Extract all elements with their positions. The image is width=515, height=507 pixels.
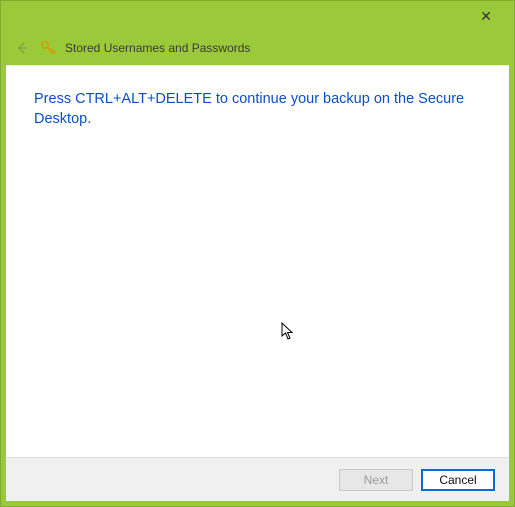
instruction-message: Press CTRL+ALT+DELETE to continue your b… [34,90,481,129]
button-bar: Next Cancel [6,457,509,501]
next-button: Next [339,469,413,491]
cursor-icon [281,322,297,347]
content-body: Press CTRL+ALT+DELETE to continue your b… [6,66,509,457]
header: Stored Usernames and Passwords [1,31,514,65]
content-area: Press CTRL+ALT+DELETE to continue your b… [6,65,509,501]
close-button[interactable]: ✕ [466,2,506,30]
header-title: Stored Usernames and Passwords [65,41,250,55]
dialog-window: ✕ Stored Usernames and Passwords Press C… [0,0,515,507]
back-arrow-icon [13,39,31,57]
cancel-button[interactable]: Cancel [421,469,495,491]
close-icon: ✕ [480,8,492,25]
titlebar: ✕ [1,1,514,31]
key-icon [39,39,57,57]
